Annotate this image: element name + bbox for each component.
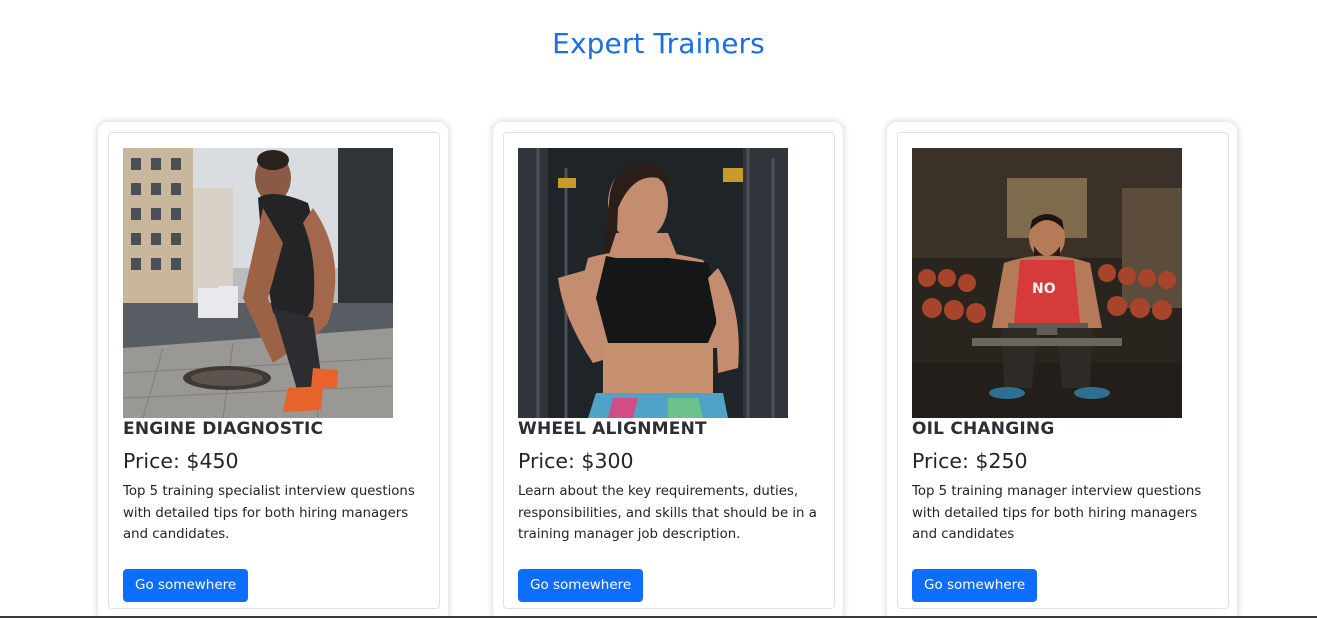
service-title: ENGINE DIAGNOSTIC [123,419,324,439]
service-price: Price: $250 [912,449,1028,473]
card-body: WHEEL ALIGNMENT Price: $300 Learn about … [503,132,835,609]
page: Expert Trainers ENGINE DIAGNOSTIC Price:… [0,0,1317,618]
service-price: Price: $300 [518,449,634,473]
go-somewhere-button[interactable]: Go somewhere [123,569,249,602]
go-somewhere-button[interactable]: Go somewhere [912,569,1038,602]
service-description: Top 5 training specialist interview ques… [123,484,415,542]
trainer-photo-woman [518,148,788,418]
trainer-card-oil-changing: NO OIL CHANGING Price: $250 Top 5 traini… [887,122,1237,618]
go-somewhere-button[interactable]: Go somewhere [518,569,644,602]
svg-text:NO: NO [1032,281,1056,297]
card-body: ENGINE DIAGNOSTIC Price: $450 Top 5 trai… [108,132,440,609]
service-title: WHEEL ALIGNMENT [518,419,707,439]
service-description: Top 5 training manager interview questio… [912,484,1202,542]
card-body: NO OIL CHANGING Price: $250 Top 5 traini… [897,132,1229,609]
trainer-photo-man: NO [912,148,1182,418]
service-description: Learn about the key requirements, duties… [518,484,817,542]
trainer-card-wheel-alignment: WHEEL ALIGNMENT Price: $300 Learn about … [493,122,843,618]
service-price: Price: $450 [123,449,239,473]
page-title: Expert Trainers [552,27,765,60]
trainer-card-engine-diagnostic: ENGINE DIAGNOSTIC Price: $450 Top 5 trai… [98,122,448,618]
service-title: OIL CHANGING [912,419,1055,439]
trainer-photo-runner [123,148,393,418]
